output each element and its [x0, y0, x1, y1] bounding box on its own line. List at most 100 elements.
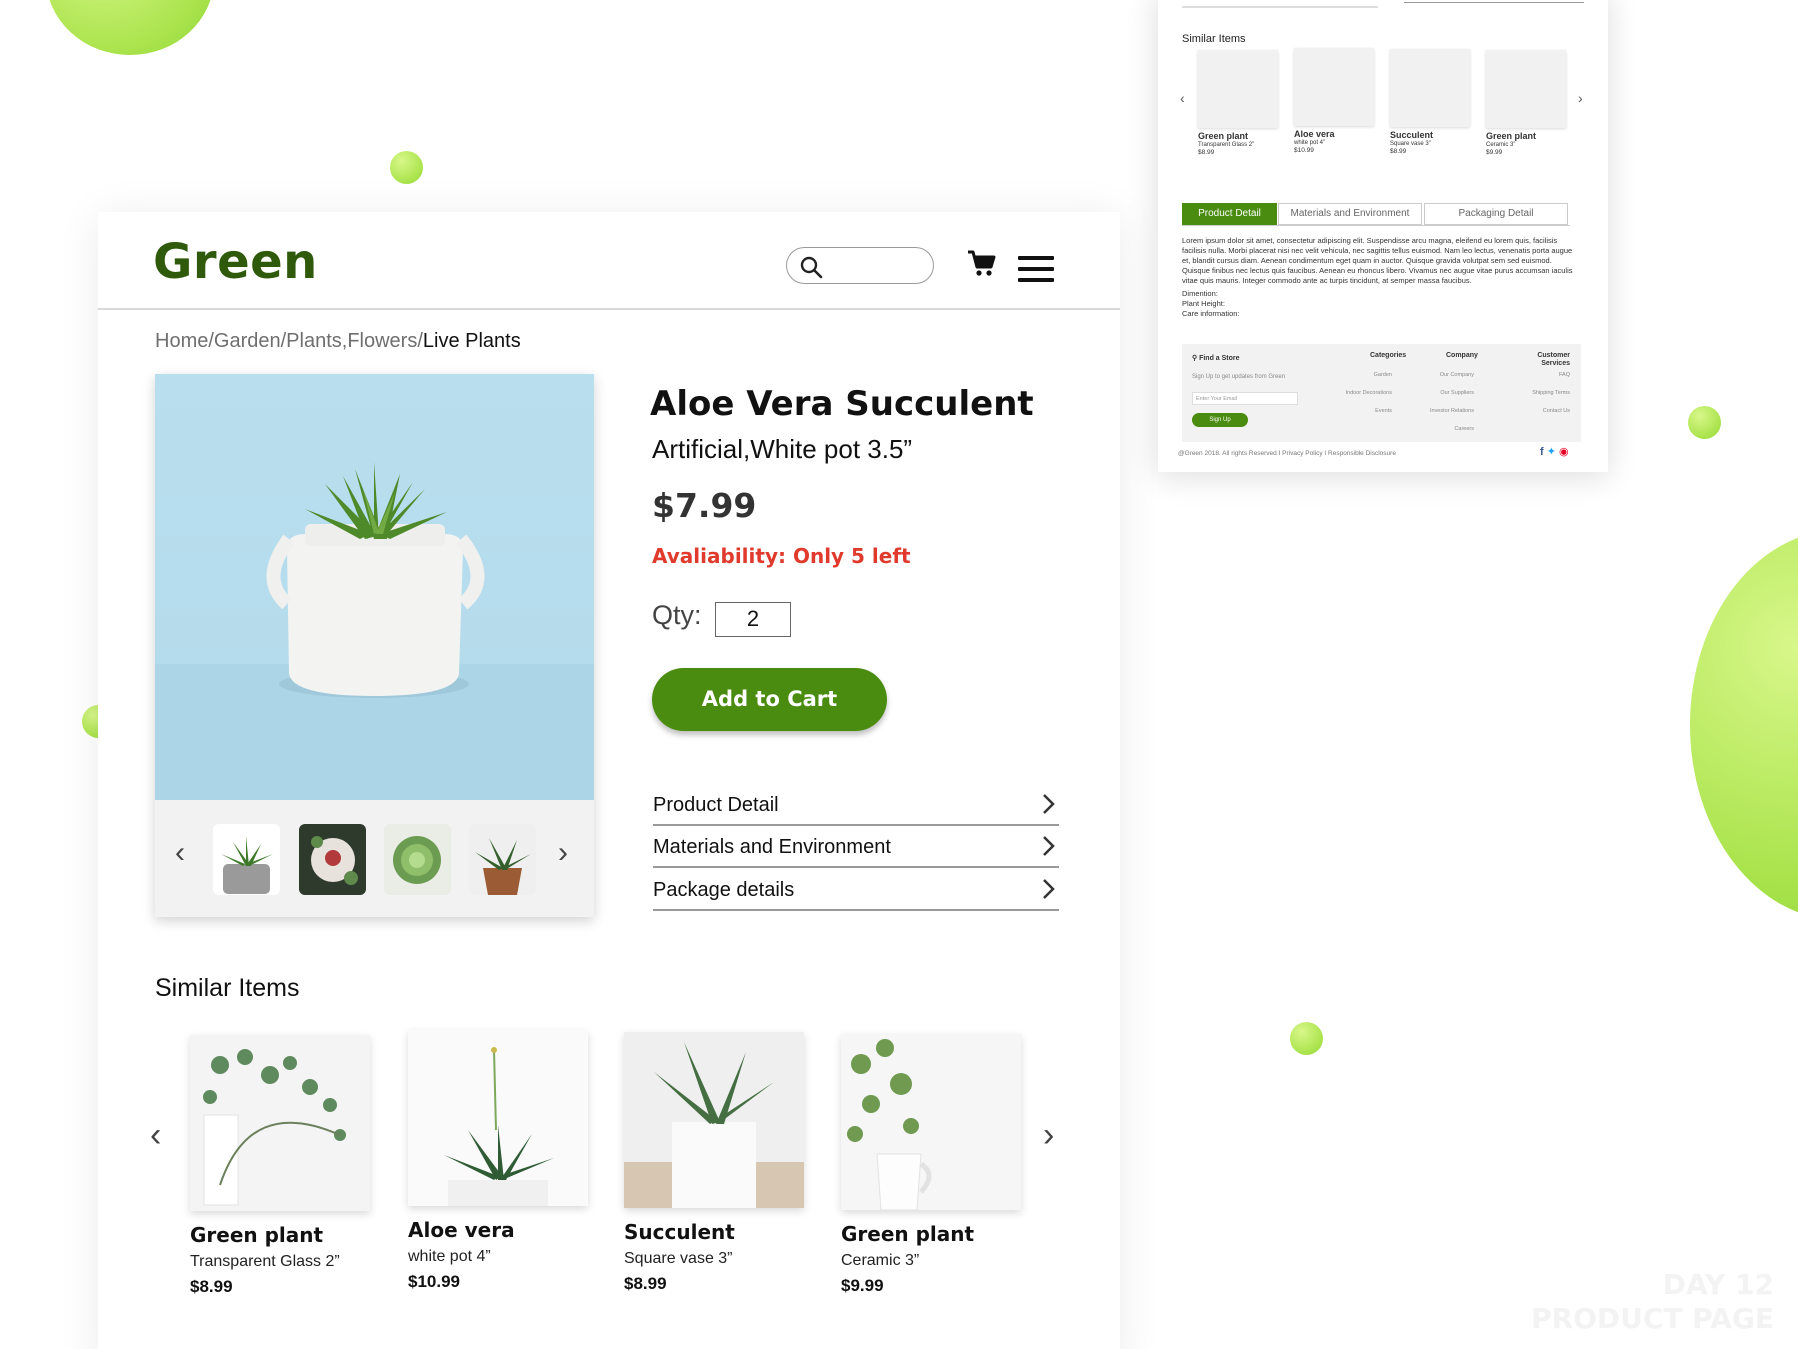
preview-prev-chevron[interactable]: ‹	[1180, 90, 1185, 106]
thumbnail-2[interactable]	[299, 824, 366, 895]
preview-tab-underline	[1182, 225, 1570, 226]
accordion-label: Package details	[653, 879, 795, 901]
accordion-materials[interactable]: Materials and Environment	[653, 826, 1059, 868]
site-header: Green	[98, 212, 1120, 310]
preview-similar-item[interactable]: Green plant Transparent Glass 2” $8.99	[1198, 50, 1278, 156]
product-gallery: ‹ ›	[155, 374, 594, 917]
preview-footer-link[interactable]: Our Suppliers	[1414, 390, 1474, 396]
preview-footer-link[interactable]: Contact Us	[1500, 408, 1570, 414]
chevron-right-icon[interactable]: ›	[1043, 1116, 1054, 1155]
preview-similar-name: Succulent	[1390, 130, 1434, 140]
similar-item-desc: Square vase 3”	[624, 1250, 733, 1267]
preview-tab-product-detail[interactable]: Product Detail	[1182, 203, 1277, 225]
thumbnail-1[interactable]	[213, 824, 280, 895]
breadcrumb: Home/Garden/Plants,Flowers/Live Plants	[155, 330, 521, 353]
hamburger-menu-icon[interactable]	[1018, 256, 1054, 282]
qty-label: Qty:	[652, 600, 702, 630]
similar-item-image	[841, 1034, 1021, 1210]
thumbnail-4[interactable]	[469, 824, 536, 895]
preview-top-field	[1404, 0, 1584, 3]
chevron-left-icon[interactable]: ‹	[150, 1116, 161, 1155]
similar-items-title: Similar Items	[155, 974, 300, 1002]
logo[interactable]: Green	[153, 234, 318, 290]
product-price: $7.99	[652, 486, 757, 525]
facebook-icon[interactable]: f	[1540, 446, 1544, 458]
preview-footer-link[interactable]: Garden	[1332, 372, 1392, 378]
preview-find-store[interactable]: ⚲ Find a Store	[1192, 354, 1240, 362]
preview-email-input[interactable]: Enter Your Email	[1192, 392, 1298, 405]
preview-col-categories-title: Categories	[1370, 352, 1407, 359]
product-main-image	[155, 374, 594, 800]
decor-dot	[390, 151, 423, 184]
preview-similar-image	[1198, 50, 1278, 128]
preview-top-bar	[1182, 0, 1378, 8]
similar-item-price: $9.99	[841, 1276, 884, 1295]
preview-footer: ⚲ Find a Store Sign Up to get updates fr…	[1182, 344, 1581, 442]
preview-next-chevron[interactable]: ›	[1578, 90, 1583, 106]
similar-item-image	[408, 1030, 588, 1206]
preview-plant-height: Plant Height:	[1182, 299, 1225, 308]
preview-similar-item[interactable]: Succulent Square vase 3” $8.99	[1390, 49, 1470, 155]
preview-footer-link[interactable]: Our Company	[1414, 372, 1474, 378]
similar-item-desc: Transparent Glass 2”	[190, 1253, 340, 1270]
chevron-right-icon	[1043, 836, 1055, 856]
preview-similar-desc: white pot 4”	[1294, 140, 1326, 146]
preview-tab-materials[interactable]: Materials and Environment	[1278, 203, 1422, 225]
preview-find-store-label: Find a Store	[1199, 355, 1240, 362]
cart-icon[interactable]	[966, 248, 996, 283]
decor-dot	[1290, 1022, 1323, 1055]
watermark-title: PRODUCT PAGE	[1531, 1302, 1774, 1335]
similar-item-price: $8.99	[624, 1274, 667, 1293]
similar-item-desc: white pot 4”	[408, 1248, 491, 1265]
preview-similar-image	[1486, 50, 1566, 128]
preview-footer-link[interactable]: FAQ	[1500, 372, 1570, 378]
similar-item-name: Aloe vera	[408, 1218, 515, 1242]
qty-input[interactable]: 2	[715, 602, 791, 637]
similar-item-name: Green plant	[841, 1222, 975, 1246]
preview-description: Lorem ipsum dolor sit amet, consectetur …	[1182, 236, 1573, 285]
preview-similar-image	[1390, 49, 1470, 127]
chevron-left-icon[interactable]: ‹	[175, 836, 185, 870]
preview-similar-item[interactable]: Green plant Ceramic 3” $9.99	[1486, 50, 1566, 156]
watermark-day: DAY 12	[1662, 1268, 1774, 1301]
decor-dot	[1688, 406, 1721, 439]
similar-item-4[interactable]: Green plant Ceramic 3” $9.99	[841, 1034, 1021, 1296]
twitter-icon[interactable]: ✦	[1547, 446, 1556, 458]
search-icon	[800, 256, 823, 279]
preview-care: Care information:	[1182, 309, 1240, 318]
preview-copyright: @Green 2018. All rights Reserved I Priva…	[1178, 450, 1396, 457]
preview-col-service-title: Customer Services	[1537, 352, 1570, 367]
preview-similar-desc: Square vase 3”	[1390, 141, 1431, 147]
preview-footer-link[interactable]: Shipping Terms	[1500, 390, 1570, 396]
similar-item-name: Green plant	[190, 1223, 324, 1247]
preview-similar-price: $9.99	[1486, 149, 1503, 156]
search-input[interactable]	[786, 247, 934, 284]
accordion-package[interactable]: Package details	[653, 869, 1059, 911]
preview-footer-link[interactable]: Investor Relations	[1414, 408, 1474, 414]
preview-similar-item[interactable]: Aloe vera white pot 4” $10.99	[1294, 48, 1374, 154]
decor-blob-top-left	[46, 0, 214, 55]
similar-item-1[interactable]: Green plant Transparent Glass 2” $8.99	[190, 1035, 370, 1297]
preview-similar-name: Green plant	[1486, 131, 1537, 141]
preview-similar-name: Green plant	[1198, 131, 1249, 141]
preview-tab-packaging[interactable]: Packaging Detail	[1424, 203, 1568, 225]
similar-item-3[interactable]: Succulent Square vase 3” $8.99	[624, 1032, 804, 1294]
product-subtitle: Artificial,White pot 3.5”	[652, 434, 913, 464]
accordion-product-detail[interactable]: Product Detail	[653, 784, 1059, 826]
pinterest-icon[interactable]: ◉	[1559, 446, 1569, 458]
chevron-right-icon	[1043, 879, 1055, 899]
preview-footer-link[interactable]: Events	[1332, 408, 1392, 414]
breadcrumb-path[interactable]: Home/Garden/Plants,Flowers/	[155, 330, 423, 352]
preview-footer-link[interactable]: Careers	[1414, 426, 1474, 432]
product-page-card: Green Home/Garden/Plants,Flowers/Live Pl…	[98, 212, 1120, 1349]
page-preview: Similar Items ‹ › Green plant Transparent…	[1158, 0, 1608, 472]
chevron-right-icon[interactable]: ›	[558, 836, 568, 870]
page: DAY 12 PRODUCT PAGE Similar Items ‹ › Gr…	[0, 0, 1798, 1349]
similar-item-2[interactable]: Aloe vera white pot 4” $10.99	[408, 1030, 588, 1292]
product-title: Aloe Vera Succulent	[650, 384, 1034, 424]
add-to-cart-button[interactable]: Add to Cart	[652, 668, 887, 731]
thumbnail-3[interactable]	[384, 824, 451, 895]
similar-item-price: $8.99	[190, 1277, 233, 1296]
preview-footer-link[interactable]: Indoor Decorations	[1332, 390, 1392, 396]
preview-signup-button[interactable]: Sign Up	[1192, 413, 1248, 427]
